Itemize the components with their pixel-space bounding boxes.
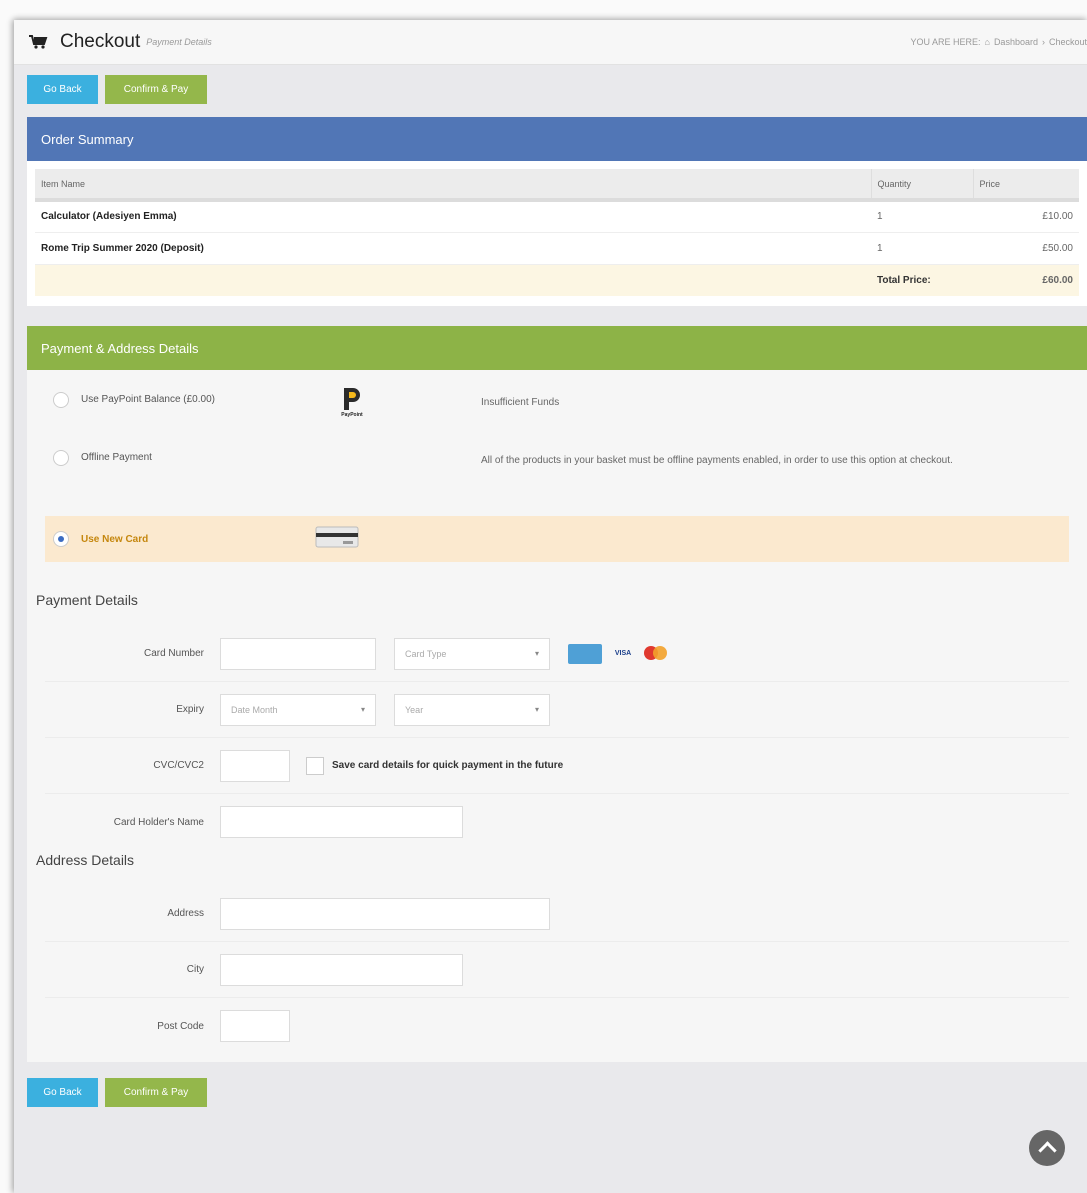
payment-header: Payment & Address Details: [27, 326, 1087, 370]
card-holder-label: Card Holder's Name: [113, 816, 204, 828]
top-bar: Checkout Payment Details YOU ARE HERE: ⌂…: [14, 20, 1087, 65]
go-back-button[interactable]: Go Back: [27, 75, 98, 104]
payment-option-offline[interactable]: Offline Payment All of the products in y…: [45, 448, 1069, 506]
card-holder-row: Card Holder's Name: [45, 794, 1069, 850]
confirm-pay-button[interactable]: Confirm & Pay: [105, 75, 207, 104]
order-summary-body: Item Name Quantity Price Calculator (Ade…: [27, 161, 1087, 306]
go-back-button[interactable]: Go Back: [27, 1078, 98, 1107]
payment-details-form: Card Number Card Type ▾ VISA Expiry Date …: [45, 626, 1069, 850]
address-label: Address: [167, 908, 204, 919]
item-price: £10.00: [973, 199, 1079, 232]
save-card-checkbox[interactable]: [306, 756, 324, 775]
breadcrumb-separator-icon: ›: [1041, 37, 1045, 47]
offline-radio[interactable]: [53, 450, 69, 466]
order-summary-panel: Order Summary Item Name Quantity Price C…: [27, 117, 1087, 306]
paypoint-note: Insufficient Funds: [481, 397, 560, 408]
address-row: Address: [45, 886, 1069, 942]
city-label: City: [186, 964, 204, 975]
city-row: City: [45, 942, 1069, 998]
home-icon: ⌂: [984, 37, 990, 47]
amex-icon: [568, 643, 602, 664]
shopping-cart-icon: [28, 34, 48, 50]
scroll-to-top-icon[interactable]: [1029, 1130, 1065, 1166]
expiry-year-select[interactable]: Year ▾: [394, 693, 550, 726]
city-input[interactable]: [220, 953, 463, 986]
paypoint-radio[interactable]: [53, 392, 69, 408]
chevron-down-icon: ▾: [534, 705, 539, 714]
column-item-name: Item Name: [35, 169, 871, 202]
cvc-input[interactable]: [220, 749, 290, 782]
card-holder-input[interactable]: [220, 806, 463, 838]
paypoint-label: Use PayPoint Balance (£0.00): [81, 394, 215, 405]
order-table: Item Name Quantity Price Calculator (Ade…: [35, 169, 1079, 296]
postcode-label: Post Code: [157, 1020, 204, 1032]
total-label: Total Price:: [871, 263, 973, 296]
page-subtitle: Payment Details: [146, 37, 212, 47]
chevron-down-icon: ▾: [360, 705, 365, 714]
expiry-month-select[interactable]: Date Month ▾: [220, 693, 376, 726]
address-input[interactable]: [220, 897, 550, 930]
card-logos: VISA: [568, 643, 668, 664]
card-number-label: Card Number: [143, 648, 204, 659]
card-number-row: Card Number Card Type ▾ VISA: [45, 626, 1069, 682]
item-quantity: 1: [871, 231, 973, 264]
payment-details-title: Payment Details: [36, 592, 138, 608]
total-value: £60.00: [973, 263, 1079, 296]
bottom-action-row: Go Back Confirm & Pay: [14, 1062, 1087, 1107]
postcode-input[interactable]: [220, 1010, 290, 1042]
new-card-radio[interactable]: [53, 531, 69, 547]
breadcrumb: YOU ARE HERE: ⌂ Dashboard › Checkout: [910, 37, 1087, 47]
confirm-pay-button[interactable]: Confirm & Pay: [105, 1078, 207, 1107]
item-name: Calculator (Adesiyen Emma): [35, 199, 871, 232]
item-quantity: 1: [871, 199, 973, 232]
item-price: £50.00: [973, 231, 1079, 264]
visa-icon: VISA: [614, 650, 632, 657]
breadcrumb-prefix: YOU ARE HERE:: [910, 37, 981, 47]
payment-option-new-card[interactable]: Use New Card: [45, 516, 1069, 562]
expiry-label: Expiry: [176, 704, 204, 715]
paypoint-logo-icon: PayPoint: [341, 386, 363, 418]
address-details-title: Address Details: [36, 852, 135, 868]
table-header-row: Item Name Quantity Price: [35, 169, 1079, 202]
item-name: Rome Trip Summer 2020 (Deposit): [35, 231, 871, 264]
card-number-input[interactable]: [220, 637, 376, 670]
column-price: Price: [972, 169, 1079, 202]
total-spacer: [35, 263, 871, 296]
offline-note: All of the products in your basket must …: [481, 455, 953, 466]
column-quantity: Quantity: [870, 169, 973, 202]
cvc-row: CVC/CVC2 Save card details for quick pay…: [45, 738, 1069, 794]
postcode-row: Post Code: [45, 998, 1069, 1054]
total-row: Total Price: £60.00: [35, 263, 1079, 296]
payment-body: Use PayPoint Balance (£0.00) PayPoint In…: [27, 370, 1087, 1062]
new-card-label: Use New Card: [81, 533, 149, 545]
mastercard-icon: [644, 645, 668, 662]
address-form: Address City Post Code: [45, 886, 1069, 1062]
payment-panel: Payment & Address Details Use PayPoint B…: [27, 326, 1087, 1062]
breadcrumb-checkout: Checkout: [1048, 37, 1087, 47]
table-row: Rome Trip Summer 2020 (Deposit) 1 £50.00: [35, 231, 1079, 264]
table-row: Calculator (Adesiyen Emma) 1 £10.00: [35, 199, 1079, 232]
payment-option-paypoint[interactable]: Use PayPoint Balance (£0.00) PayPoint In…: [45, 388, 1069, 448]
chevron-down-icon: ▾: [534, 649, 539, 658]
order-summary-header: Order Summary: [27, 117, 1087, 161]
page-frame: Checkout Payment Details YOU ARE HERE: ⌂…: [14, 20, 1087, 1193]
top-action-row: Go Back Confirm & Pay: [14, 65, 1087, 117]
expiry-row: Expiry Date Month ▾ Year ▾: [45, 682, 1069, 738]
credit-card-icon: [315, 525, 359, 554]
page-title: Checkout: [60, 31, 141, 52]
save-card-label: Save card details for quick payment in t…: [332, 760, 564, 771]
offline-label: Offline Payment: [81, 452, 152, 463]
breadcrumb-dashboard[interactable]: Dashboard: [994, 37, 1038, 47]
cvc-label: CVC/CVC2: [153, 760, 204, 771]
card-type-select[interactable]: Card Type ▾: [394, 637, 550, 670]
